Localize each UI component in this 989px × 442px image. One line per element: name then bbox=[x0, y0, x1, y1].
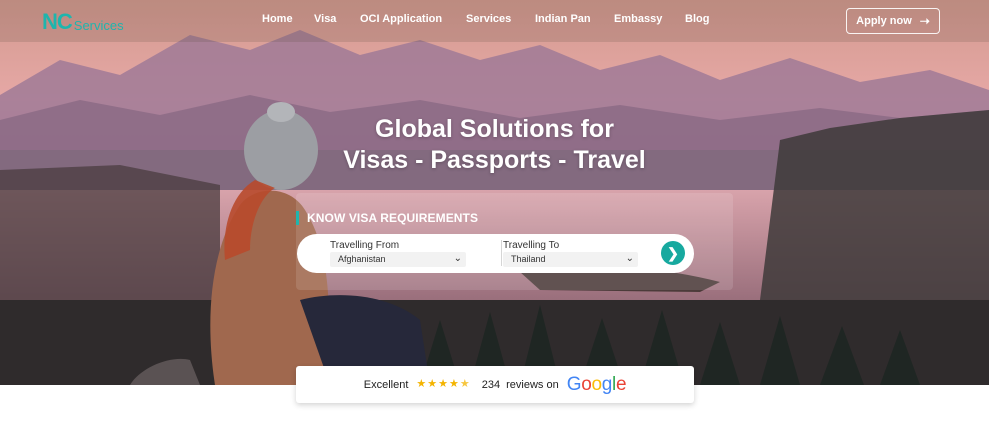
star-icon: ★ bbox=[427, 378, 438, 390]
arrow-right-icon: ➝ bbox=[919, 14, 930, 28]
hero-headline: Global Solutions for Visas - Passports -… bbox=[0, 114, 989, 176]
main-nav: Home Visa OCI Application Services India… bbox=[0, 13, 989, 29]
search-submit-button[interactable]: ❯ bbox=[661, 241, 685, 265]
google-logo-letter: o bbox=[581, 373, 592, 395]
star-icon: ★ bbox=[449, 378, 459, 390]
reviews-badge[interactable]: Excellent ★ ★ ★ ★ ★ 234 reviews on Googl… bbox=[296, 366, 694, 403]
top-navigation-bar: NC Services Home Visa OCI Application Se… bbox=[0, 0, 989, 42]
star-icon: ★ bbox=[438, 378, 449, 390]
rating-stars: ★ ★ ★ ★ ★ bbox=[416, 379, 469, 390]
travelling-to-select[interactable]: Thailand ⌄ bbox=[503, 252, 638, 267]
travelling-from-select[interactable]: Afghanistan ⌄ bbox=[330, 252, 466, 267]
star-icon: ★ bbox=[416, 378, 427, 390]
visa-requirements-heading: KNOW VISA REQUIREMENTS bbox=[296, 210, 478, 226]
nav-item-visa[interactable]: Visa bbox=[314, 13, 336, 25]
google-logo-letter: G bbox=[566, 373, 582, 395]
hero-headline-line-1: Global Solutions for bbox=[375, 115, 614, 143]
chevron-down-icon: ⌄ bbox=[453, 253, 462, 264]
reviews-on-text: reviews on bbox=[506, 378, 559, 391]
google-logo-letter: g bbox=[601, 373, 613, 395]
nav-item-blog[interactable]: Blog bbox=[685, 13, 709, 25]
apply-now-label: Apply now bbox=[856, 15, 912, 27]
heading-accent-bar bbox=[296, 211, 299, 225]
travelling-to-value: Thailand bbox=[511, 254, 546, 264]
nav-item-home[interactable]: Home bbox=[262, 13, 293, 25]
star-half-icon: ★ bbox=[459, 378, 470, 390]
visa-requirements-heading-text: KNOW VISA REQUIREMENTS bbox=[307, 211, 479, 225]
hero-headline-line-2: Visas - Passports - Travel bbox=[343, 146, 646, 174]
nav-item-oci-application[interactable]: OCI Application bbox=[360, 13, 442, 25]
nav-item-services[interactable]: Services bbox=[466, 13, 511, 25]
chevron-right-icon: ❯ bbox=[667, 244, 679, 261]
google-logo-letter: e bbox=[615, 373, 627, 395]
chevron-down-icon: ⌄ bbox=[625, 253, 634, 264]
travelling-from-value: Afghanistan bbox=[338, 254, 386, 264]
rating-text: Excellent bbox=[363, 378, 409, 391]
nav-item-embassy[interactable]: Embassy bbox=[614, 13, 662, 25]
apply-now-button[interactable]: Apply now ➝ bbox=[846, 8, 940, 34]
review-count: 234 bbox=[481, 378, 501, 391]
google-logo: Google bbox=[567, 374, 627, 396]
google-logo-letter: o bbox=[591, 373, 602, 395]
visa-search-form: Travelling From Afghanistan ⌄ Travelling… bbox=[297, 234, 694, 273]
hero-section: NC Services Home Visa OCI Application Se… bbox=[0, 0, 989, 385]
travelling-from-label: Travelling From bbox=[330, 240, 400, 251]
travelling-to-label: Travelling To bbox=[503, 240, 560, 251]
nav-item-indian-pan[interactable]: Indian Pan bbox=[535, 13, 591, 25]
field-divider bbox=[501, 240, 502, 266]
